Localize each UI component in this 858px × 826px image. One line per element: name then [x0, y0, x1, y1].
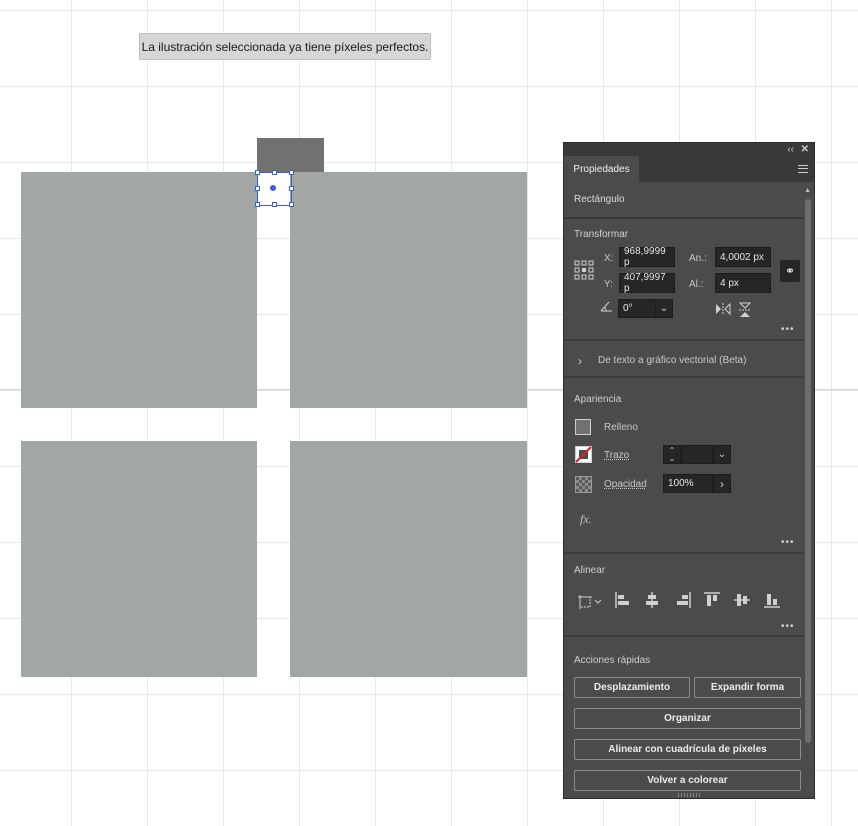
align-left-icon[interactable] — [615, 592, 631, 608]
appearance-header: Apariencia — [574, 394, 622, 405]
align-more-options-icon[interactable]: ••• — [781, 621, 795, 632]
rotate-angle-icon — [600, 301, 612, 312]
stroke-weight-field[interactable] — [681, 445, 713, 464]
angle-field[interactable]: 0° — [618, 299, 656, 318]
selection-handle-tc[interactable] — [272, 170, 277, 175]
width-label: An.: — [689, 253, 707, 264]
align-vertical-center-icon[interactable] — [734, 592, 750, 608]
close-panel-icon[interactable]: ✕ — [801, 143, 809, 156]
width-field[interactable]: 4,0002 px — [715, 247, 771, 267]
align-bottom-icon[interactable] — [764, 592, 780, 608]
selection-handle-mr[interactable] — [289, 186, 294, 191]
flip-vertical-icon[interactable] — [739, 302, 751, 318]
stroke-weight-dropdown[interactable]: ⌄ — [713, 445, 731, 464]
panel-tab-row: Propiedades — [564, 156, 814, 182]
artwork-small-rect[interactable] — [257, 138, 324, 172]
divider — [564, 217, 804, 219]
align-horizontal-center-icon[interactable] — [644, 592, 660, 608]
selection-handle-tr[interactable] — [289, 170, 294, 175]
align-pixel-grid-button[interactable]: Alinear con cuadrícula de píxeles — [574, 739, 801, 760]
chevron-right-icon: › — [720, 476, 724, 491]
arrange-button[interactable]: Organizar — [574, 708, 801, 729]
transform-more-options-icon[interactable]: ••• — [781, 324, 795, 335]
collapse-panel-icon[interactable]: ‹‹ — [787, 143, 794, 156]
chevron-down-icon: ⌄ — [659, 303, 669, 314]
height-label: Al.: — [689, 279, 704, 290]
align-top-icon[interactable] — [704, 592, 720, 608]
pixel-perfect-toast: La ilustración seleccionada ya tiene píx… — [139, 33, 431, 60]
object-type-label: Rectángulo — [574, 194, 625, 205]
x-label: X: — [604, 253, 614, 264]
artwork-square-bottom-left[interactable] — [21, 441, 257, 677]
stroke-label[interactable]: Trazo — [604, 450, 629, 461]
recolor-button[interactable]: Volver a colorear — [574, 770, 801, 791]
align-to-selection-icon[interactable] — [577, 593, 603, 609]
selection-handle-bl[interactable] — [255, 202, 260, 207]
selection-handle-ml[interactable] — [255, 186, 260, 191]
selection-handle-br[interactable] — [289, 202, 294, 207]
fill-label: Relleno — [604, 422, 638, 433]
panel-resize-grip[interactable] — [678, 793, 700, 797]
opacity-checker-icon — [575, 476, 592, 493]
stroke-none-swatch[interactable] — [575, 446, 592, 463]
reference-point-icon[interactable] — [574, 260, 594, 280]
offset-path-button[interactable]: Desplazamiento — [574, 677, 690, 698]
divider — [564, 339, 804, 341]
x-field[interactable]: 968,9999 p — [619, 246, 675, 268]
divider — [564, 635, 804, 637]
opacity-field[interactable]: 100% — [663, 474, 713, 493]
artwork-square-top-left[interactable] — [21, 172, 257, 408]
selection-handle-tl[interactable] — [255, 170, 260, 175]
transform-header: Transformar — [574, 229, 629, 240]
artwork-square-bottom-right[interactable] — [290, 441, 527, 677]
height-field[interactable]: 4 px — [715, 273, 771, 293]
stroke-weight-stepper[interactable]: ⌃ ⌄ — [663, 445, 681, 464]
flip-horizontal-icon[interactable] — [715, 303, 731, 315]
y-field[interactable]: 407,9997 p — [619, 272, 675, 294]
quick-actions-header: Acciones rápidas — [574, 655, 651, 666]
fill-swatch[interactable] — [575, 419, 591, 435]
constrain-proportions-link-icon[interactable]: ⚭ — [780, 260, 800, 282]
align-right-icon[interactable] — [675, 592, 691, 608]
appearance-more-options-icon[interactable]: ••• — [781, 537, 795, 548]
divider — [564, 552, 804, 554]
properties-panel: ‹‹ ✕ Propiedades ▲ Rectángulo Transforma… — [563, 142, 815, 799]
text-to-vector-section[interactable]: De texto a gráfico vectorial (Beta) — [598, 355, 746, 366]
panel-title-bar: ‹‹ ✕ — [564, 143, 814, 156]
selection-handle-bc[interactable] — [272, 202, 277, 207]
chevron-down-icon: ⌄ — [717, 449, 727, 460]
artwork-square-top-right[interactable] — [290, 172, 527, 408]
y-label: Y: — [604, 279, 613, 290]
align-header: Alinear — [574, 565, 606, 576]
expand-shape-button[interactable]: Expandir forma — [694, 677, 801, 698]
opacity-arrow-button[interactable]: › — [713, 474, 731, 493]
tab-properties[interactable]: Propiedades — [564, 156, 639, 182]
scroll-up-icon[interactable]: ▲ — [804, 187, 811, 194]
opacity-label[interactable]: Opacidad — [604, 479, 647, 490]
panel-scroll-thumb[interactable] — [805, 199, 811, 743]
fx-effects-icon[interactable]: fx. — [580, 512, 592, 527]
divider — [564, 376, 804, 378]
panel-menu-icon[interactable] — [798, 165, 808, 173]
angle-dropdown[interactable]: ⌄ — [655, 299, 673, 318]
chevron-right-icon[interactable]: › — [578, 354, 582, 368]
stepper-icon: ⌃ ⌄ — [668, 445, 676, 463]
selection-center-point — [270, 185, 276, 191]
